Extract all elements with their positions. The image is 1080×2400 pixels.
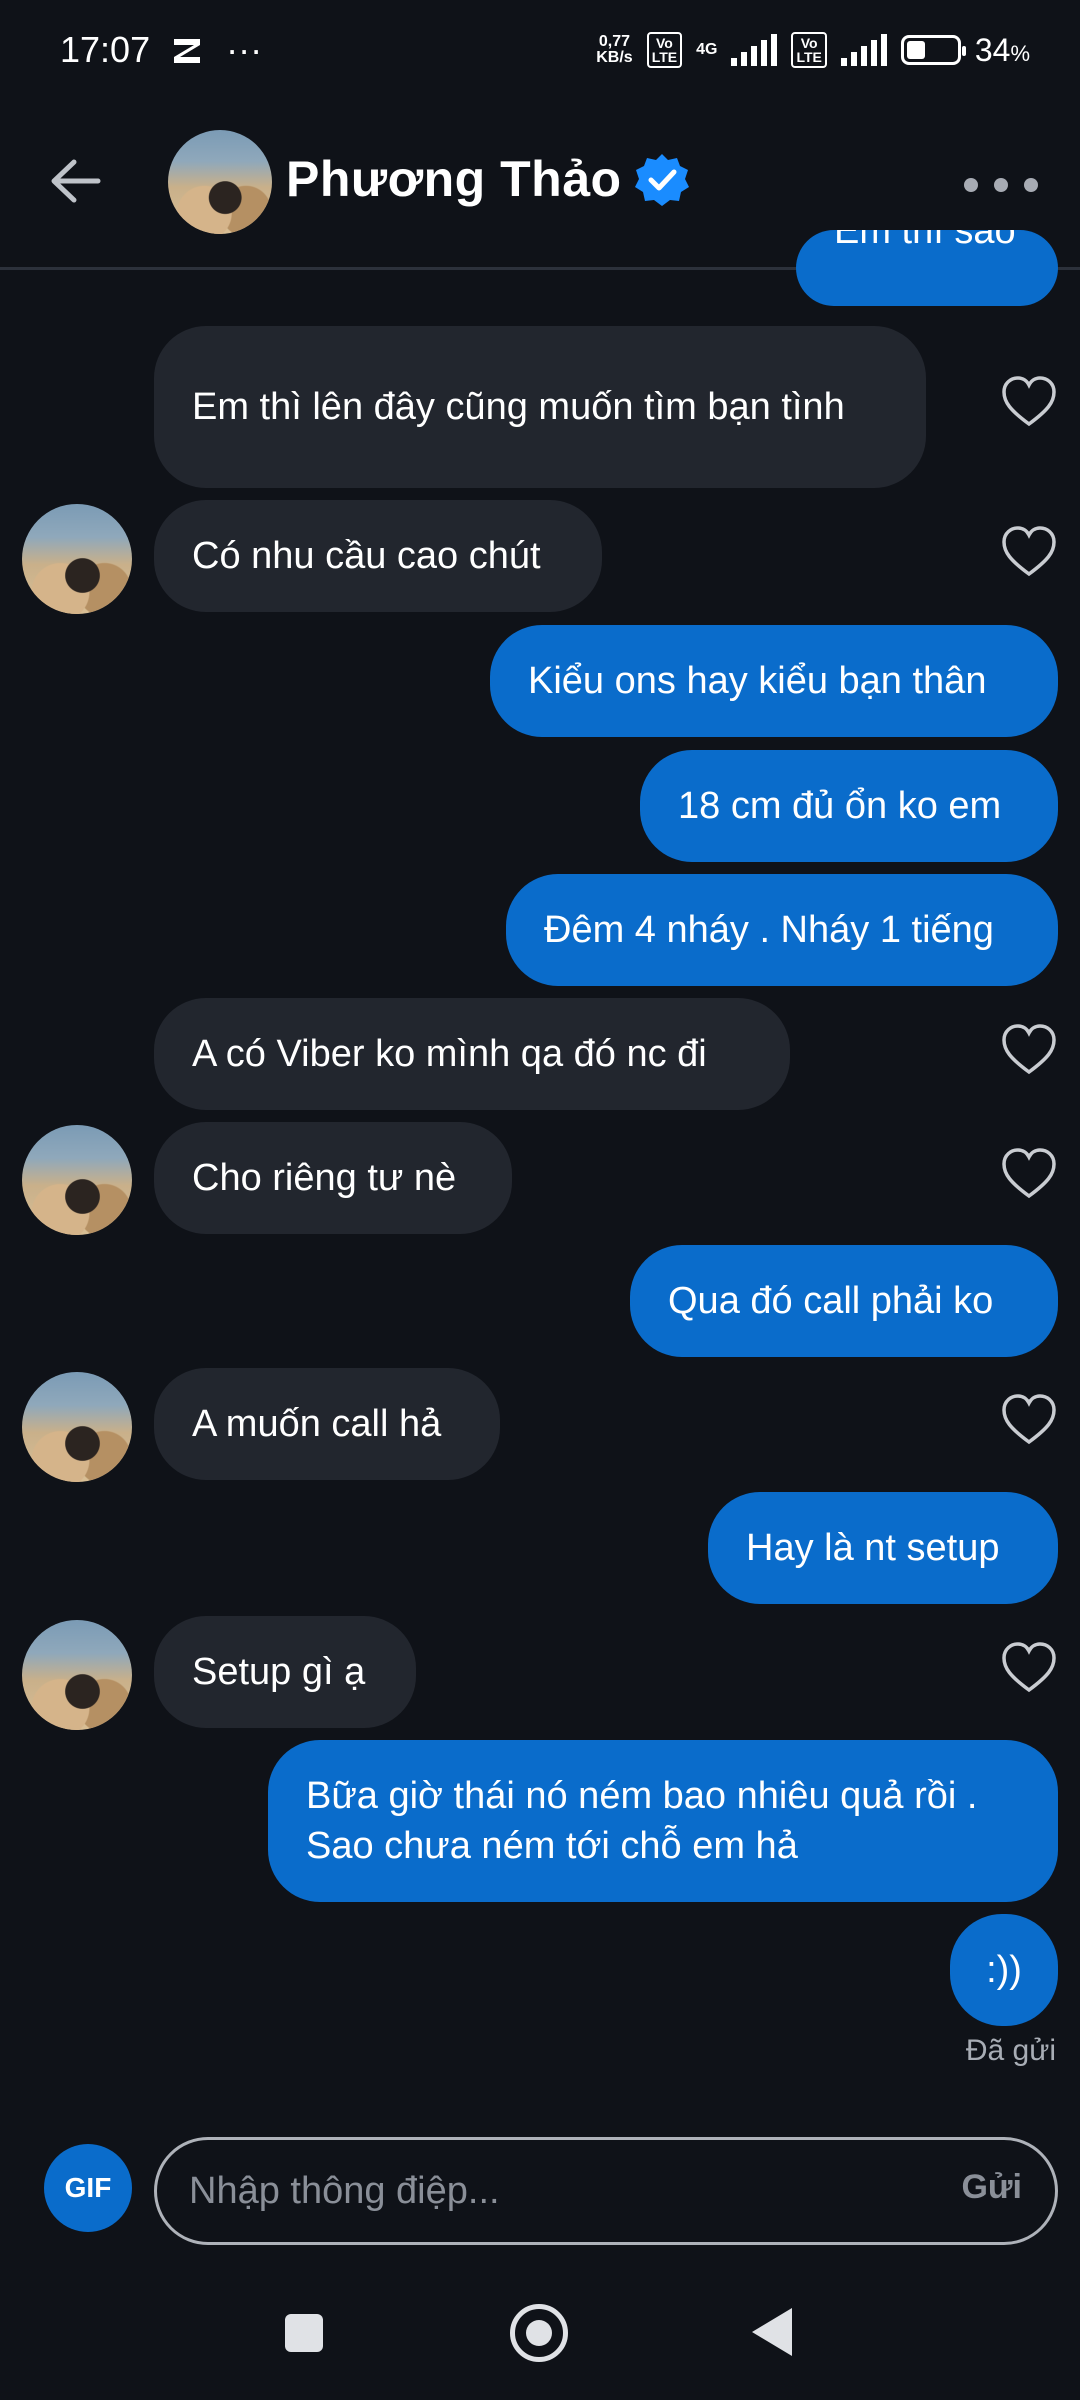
status-left: 17:07 ··· <box>60 29 262 71</box>
status-time: 17:07 <box>60 29 151 70</box>
more-options-button[interactable] <box>964 165 1038 205</box>
sent-status: Đã gửi <box>965 2034 1056 2067</box>
message-bubble-outgoing[interactable]: Qua đó call phải ko <box>630 1245 1058 1357</box>
system-nav-bar <box>0 2270 1080 2400</box>
heart-icon[interactable] <box>1000 1640 1058 1694</box>
message-list[interactable]: Em thì sao Em thì lên đây cũng muốn tìm … <box>0 230 1080 2400</box>
contact-name[interactable]: Phương Thảo <box>286 150 622 208</box>
signal-icon-2 <box>840 34 887 66</box>
message-bubble-outgoing[interactable]: Kiểu ons hay kiểu bạn thân <box>490 625 1058 737</box>
message-bubble-incoming[interactable]: Cho riêng tư nè <box>154 1122 512 1234</box>
battery-icon <box>900 35 966 65</box>
message-bubble-outgoing[interactable]: Hay là nt setup <box>708 1492 1058 1604</box>
contact-avatar-small[interactable] <box>22 1125 132 1235</box>
status-bar: 17:07 ··· 0,77 KB/s Vo LTE 4G Vo LTE 34% <box>0 0 1080 100</box>
contact-avatar-small[interactable] <box>22 1620 132 1730</box>
volte-icon: Vo LTE <box>646 32 683 68</box>
message-bubble-incoming[interactable]: Setup gì ạ <box>154 1616 416 1728</box>
battery-percent: 34% <box>974 31 1030 68</box>
contact-avatar-small[interactable] <box>22 504 132 614</box>
message-input[interactable] <box>154 2137 1058 2245</box>
home-icon[interactable] <box>510 2304 568 2362</box>
heart-icon[interactable] <box>1000 524 1058 578</box>
heart-icon[interactable] <box>1000 374 1058 428</box>
message-bubble-outgoing[interactable]: :)) <box>950 1914 1058 2026</box>
contact-avatar-small[interactable] <box>22 1372 132 1482</box>
status-more-dots: ··· <box>226 29 263 70</box>
recents-icon[interactable] <box>285 2314 323 2352</box>
status-right: 0,77 KB/s Vo LTE 4G Vo LTE 34% <box>596 32 1030 69</box>
message-bubble-incoming[interactable]: Có nhu cầu cao chút <box>154 500 602 612</box>
arrow-left-icon <box>51 159 101 203</box>
contact-avatar[interactable] <box>168 130 272 234</box>
message-bubble-incoming[interactable]: Em thì lên đây cũng muốn tìm bạn tình <box>154 326 926 488</box>
net-speed: 0,77 KB/s <box>596 33 633 66</box>
back-button[interactable] <box>40 145 112 217</box>
message-bubble-outgoing[interactable]: Bữa giờ thái nó ném bao nhiêu quả rồi . … <box>268 1740 1058 1902</box>
back-triangle-icon[interactable] <box>752 2308 792 2356</box>
heart-icon[interactable] <box>1000 1022 1058 1076</box>
message-bubble-outgoing[interactable]: 18 cm đủ ổn ko em <box>640 750 1058 862</box>
message-bubble-outgoing[interactable]: Đêm 4 nháy . Nháy 1 tiếng <box>506 874 1058 986</box>
verified-badge-icon <box>635 154 689 206</box>
message-bubble-outgoing[interactable]: Em thì sao <box>796 230 1058 306</box>
message-bubble-incoming[interactable]: A có Viber ko mình qa đó nc đi <box>154 998 790 1110</box>
heart-icon[interactable] <box>1000 1392 1058 1446</box>
message-bubble-incoming[interactable]: A muốn call hả <box>154 1368 500 1480</box>
gif-button[interactable]: GIF <box>44 2144 132 2232</box>
volte-icon-2: Vo LTE <box>791 32 827 68</box>
capcut-notification-icon <box>174 39 201 63</box>
composer: GIF Gửi <box>0 2120 1080 2260</box>
send-button[interactable]: Gửi <box>961 2168 1022 2207</box>
heart-icon[interactable] <box>1000 1146 1058 1200</box>
signal-icon-1 <box>731 34 778 66</box>
network-type: 4G <box>696 41 718 58</box>
